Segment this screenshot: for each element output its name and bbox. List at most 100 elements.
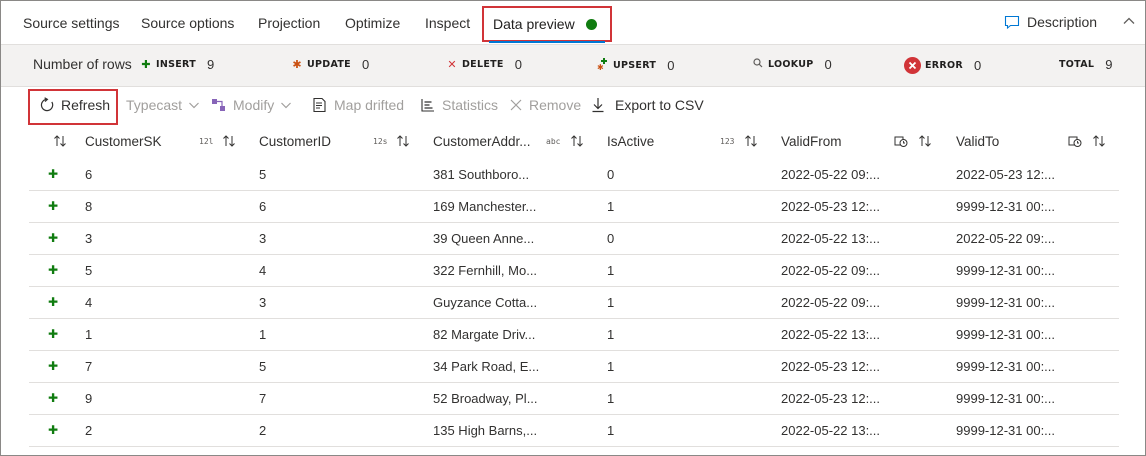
export-csv-button[interactable]: Export to CSV (591, 97, 704, 113)
table-row[interactable]: ✚ 7 5 34 Park Road, E... 1 2022-05-23 12:... 9… (29, 351, 1119, 383)
cell-customersk: 5 (85, 263, 93, 278)
cell-customerid: 7 (259, 391, 267, 406)
sort-icon[interactable] (570, 134, 584, 148)
column-header-customeraddress[interactable]: CustomerAddr... (433, 134, 531, 149)
tab-source-settings[interactable]: Source settings (23, 15, 120, 31)
cell-validto: 9999-12-31 00:... (956, 359, 1056, 374)
cell-isactive: 0 (607, 167, 615, 182)
stat-total-value: 9 (1105, 57, 1113, 72)
insert-marker-icon: ✚ (48, 327, 59, 341)
stat-update: ✱ UPDATE 0 (290, 57, 369, 72)
upsert-icon: ✱ (596, 57, 610, 74)
data-flow-source-panel: Source settings Source options Projectio… (0, 0, 1146, 456)
tab-projection[interactable]: Projection (258, 15, 320, 31)
insert-marker-icon: ✚ (48, 423, 59, 437)
cell-validfrom: 2022-05-22 13:... (781, 327, 881, 342)
cell-validfrom: 2022-05-22 09:... (781, 263, 881, 278)
table-row[interactable]: ✚ 5 4 322 Fernhill, Mo... 1 2022-05-22 09:...… (29, 255, 1119, 287)
stat-insert: ✚ INSERT 9 (139, 57, 214, 72)
typecast-button[interactable]: Typecast (126, 97, 200, 113)
stat-total: TOTAL 9 (1059, 57, 1112, 72)
chevron-down-icon (189, 102, 199, 109)
column-header-validto[interactable]: ValidTo (956, 134, 999, 149)
cell-validfrom: 2022-05-23 12:... (781, 199, 881, 214)
tab-data-preview-label: Data preview (493, 16, 575, 32)
stat-error: ERROR 0 (904, 57, 981, 74)
table-row[interactable]: ✚ 2 2 135 High Barns,... 1 2022-05-22 13:... 9… (29, 415, 1119, 447)
typecast-label: Typecast (126, 97, 183, 113)
cell-customeraddress: 381 Southboro... (433, 167, 530, 182)
cell-customerid: 6 (259, 199, 267, 214)
remove-button[interactable]: Remove (509, 97, 581, 113)
map-drifted-icon (313, 97, 326, 113)
cell-customersk: 6 (85, 167, 93, 182)
close-icon (510, 99, 522, 111)
stat-delete: ✕ DELETE 0 (445, 57, 522, 72)
refresh-button[interactable]: Refresh (39, 97, 110, 113)
cell-validfrom: 2022-05-23 12:... (781, 359, 881, 374)
map-drifted-button[interactable]: Map drifted (312, 97, 404, 113)
table-row[interactable]: ✚ 6 5 381 Southboro... 0 2022-05-22 09:... 202… (29, 159, 1119, 191)
type-integer-icon: 12l (199, 137, 214, 146)
tab-optimize[interactable]: Optimize (345, 15, 400, 31)
cell-customerid: 5 (259, 167, 267, 182)
refresh-label: Refresh (61, 97, 111, 113)
comment-icon (1004, 15, 1020, 30)
description-label: Description (1027, 14, 1098, 30)
cell-customerid: 5 (259, 359, 267, 374)
search-icon (751, 58, 765, 71)
table-row[interactable]: ✚ 3 3 39 Queen Anne... 0 2022-05-22 13:... 202… (29, 223, 1119, 255)
table-row[interactable]: ✚ 1 1 82 Margate Driv... 1 2022-05-22 13:... 9… (29, 319, 1119, 351)
stat-lookup-value: 0 (824, 57, 832, 72)
tab-data-preview[interactable]: Data preview (482, 6, 612, 42)
cell-validto: 9999-12-31 00:... (956, 295, 1056, 310)
map-drifted-label: Map drifted (334, 97, 405, 113)
cell-isactive: 0 (607, 231, 615, 246)
stat-upsert: ✱ UPSERT 0 (596, 57, 674, 74)
modify-button[interactable]: Modify (211, 97, 292, 113)
chevron-up-icon[interactable] (1121, 13, 1137, 29)
cell-customeraddress: Guyzance Cotta... (433, 295, 538, 310)
error-icon (904, 57, 921, 74)
cell-validto: 9999-12-31 00:... (956, 391, 1056, 406)
statistics-button[interactable]: Statistics (420, 97, 498, 113)
cell-validto: 9999-12-31 00:... (956, 199, 1056, 214)
tab-inspect[interactable]: Inspect (425, 15, 470, 31)
column-header-isactive[interactable]: IsActive (607, 134, 654, 149)
insert-marker-icon: ✚ (48, 359, 59, 373)
refresh-icon (40, 97, 54, 112)
statistics-label: Statistics (442, 97, 499, 113)
sort-icon[interactable] (744, 134, 758, 148)
modify-icon (212, 99, 225, 111)
cell-customeraddress: 135 High Barns,... (433, 423, 538, 438)
type-string-icon: abc (546, 137, 561, 146)
column-header-customersk[interactable]: CustomerSK (85, 134, 162, 149)
sort-icon[interactable] (396, 134, 410, 148)
column-header-validfrom[interactable]: ValidFrom (781, 134, 842, 149)
column-header-customerid[interactable]: CustomerID (259, 134, 331, 149)
sort-icon[interactable] (53, 134, 67, 148)
stat-delete-value: 0 (514, 57, 522, 72)
sort-icon[interactable] (1092, 134, 1106, 148)
status-dot-icon (586, 19, 597, 30)
cell-customeraddress: 52 Broadway, Pl... (433, 391, 538, 406)
cell-customerid: 4 (259, 263, 267, 278)
stat-insert-label: INSERT (156, 59, 196, 70)
svg-text:✱: ✱ (597, 63, 604, 71)
cell-isactive: 1 (607, 295, 615, 310)
cell-validto: 2022-05-22 09:... (956, 231, 1056, 246)
description-button[interactable]: Description (1004, 14, 1097, 30)
cell-isactive: 1 (607, 423, 615, 438)
tab-source-options[interactable]: Source options (141, 15, 234, 31)
datetime-icon (1068, 136, 1082, 147)
cell-customersk: 7 (85, 359, 93, 374)
cell-validfrom: 2022-05-22 09:... (781, 295, 881, 310)
modify-label: Modify (233, 97, 275, 113)
remove-label: Remove (529, 97, 582, 113)
table-row[interactable]: ✚ 9 7 52 Broadway, Pl... 1 2022-05-23 12:... 9… (29, 383, 1119, 415)
table-row[interactable]: ✚ 4 3 Guyzance Cotta... 1 2022-05-22 09:... 99… (29, 287, 1119, 319)
table-row[interactable]: ✚ 8 6 169 Manchester... 1 2022-05-23 12:... 99… (29, 191, 1119, 223)
sort-icon[interactable] (222, 134, 236, 148)
sort-icon[interactable] (918, 134, 932, 148)
tab-bar: Source settings Source options Projectio… (1, 1, 1145, 45)
